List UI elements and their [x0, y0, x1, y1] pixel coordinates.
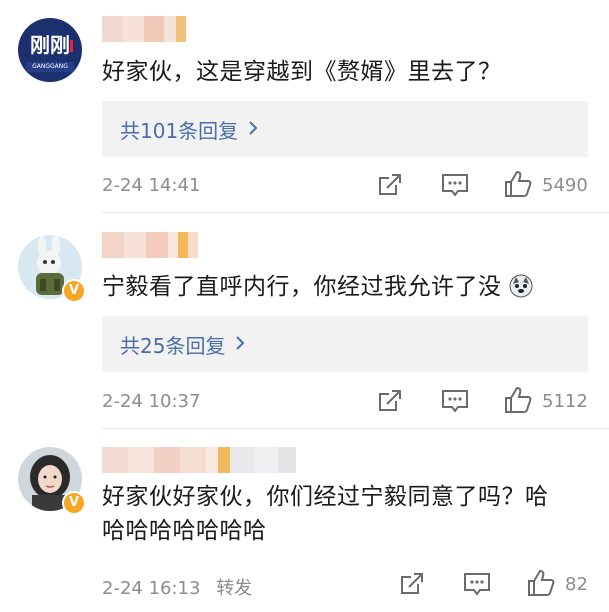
verified-badge: V [62, 279, 86, 303]
chevron-right-icon [235, 332, 245, 356]
username-blurred[interactable] [102, 16, 186, 42]
comment-text: 宁毅看了直呼内行，你经过我允许了没 [102, 270, 579, 308]
like-count: 82 [565, 574, 588, 595]
comment-item: V 好家伙好家伙，你们经过宁毅同意了吗？哈 哈哈哈哈哈哈哈 2-24 16:13… [0, 429, 609, 612]
comment-icon[interactable] [440, 171, 470, 203]
comment-text: 好家伙，这是穿越到《赘婿》里去了？ [102, 59, 502, 85]
comment-item: 刚刚 GANGGANG 好家伙，这是穿越到《赘婿》里去了？ 共101条回复 2-… [0, 0, 609, 213]
like-icon[interactable] [526, 568, 556, 602]
verified-badge: V [62, 491, 86, 515]
comment-item: V 宁毅看了直呼内行，你经过我允许了没 共25条回复 2-24 10:37 51… [0, 213, 609, 429]
avatar-logo-subtext: GANGGANG [32, 63, 68, 70]
comment-time: 2-24 14:41 [102, 175, 201, 196]
share-icon[interactable] [376, 387, 404, 419]
comment-time: 2-24 10:37 [102, 391, 201, 412]
like-count: 5490 [542, 175, 588, 196]
forward-label[interactable]: 转发 [216, 578, 252, 599]
username-blurred[interactable] [102, 447, 296, 473]
replies-label: 共25条回复 [120, 333, 226, 358]
username-blurred[interactable] [102, 232, 198, 258]
replies-label: 共101条回复 [120, 118, 239, 143]
view-replies-button[interactable]: 共101条回复 [102, 101, 588, 157]
share-icon[interactable] [376, 171, 404, 203]
comment-icon[interactable] [440, 387, 470, 419]
like-icon[interactable] [503, 385, 533, 419]
avatar[interactable]: 刚刚 GANGGANG [18, 18, 82, 82]
chevron-right-icon [248, 117, 258, 141]
share-icon[interactable] [398, 570, 426, 602]
comment-time: 2-24 16:13 转发 [102, 578, 253, 599]
avatar-logo-text: 刚刚 [30, 33, 70, 57]
comment-icon[interactable] [462, 570, 492, 602]
view-replies-button[interactable]: 共25条回复 [102, 316, 588, 372]
comment-text: 好家伙好家伙，你们经过宁毅同意了吗？哈 哈哈哈哈哈哈哈 [102, 484, 549, 544]
like-count: 5112 [542, 391, 588, 412]
husky-emoji [509, 274, 533, 308]
like-icon[interactable] [503, 169, 533, 203]
